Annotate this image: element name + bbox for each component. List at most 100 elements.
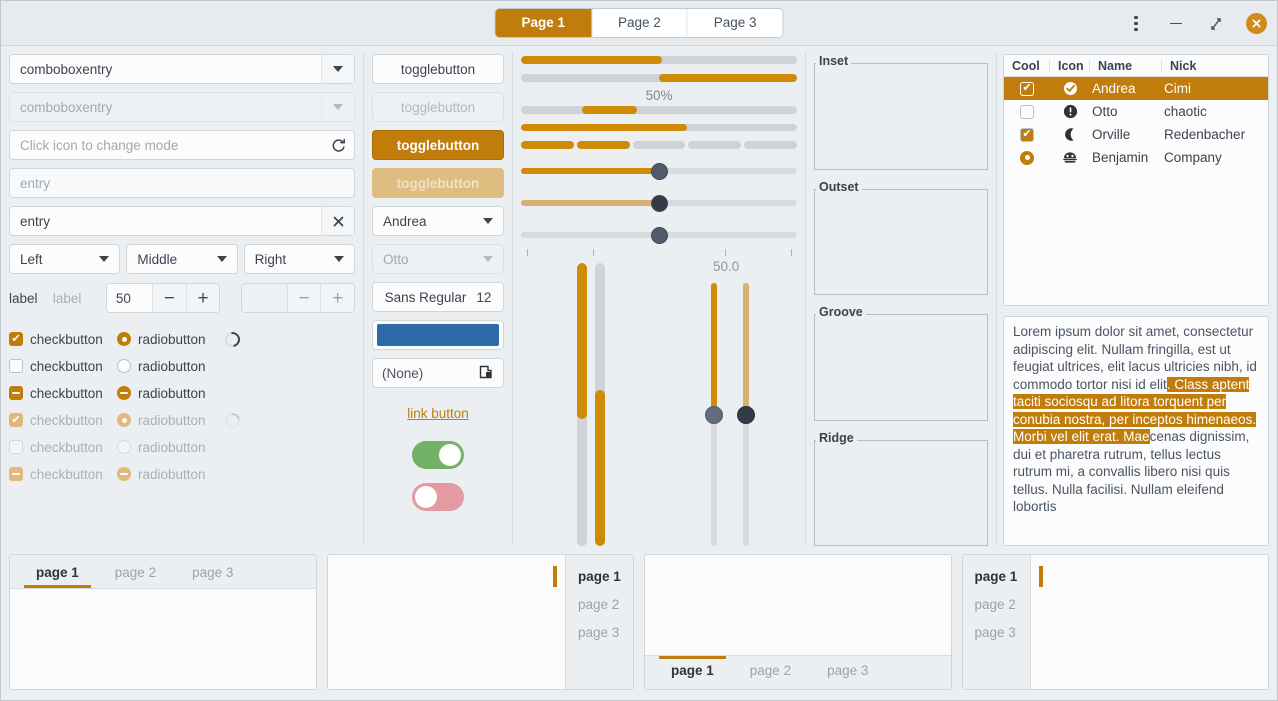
togglebutton-1[interactable]: togglebutton bbox=[372, 54, 504, 84]
entry-filled[interactable]: entry bbox=[9, 206, 355, 236]
comboboxentry-2: comboboxentry bbox=[9, 92, 355, 122]
notebook-right-tab-1[interactable]: page 1 bbox=[553, 566, 633, 587]
tab-page-2[interactable]: Page 2 bbox=[591, 9, 688, 37]
entries-and-toggles-column: comboboxentry comboboxentry Click icon t… bbox=[1, 46, 363, 550]
frame-inset-label: Inset bbox=[816, 54, 852, 68]
notebook-right-tab-2[interactable]: page 2 bbox=[566, 595, 633, 614]
chevron-down-icon bbox=[321, 93, 354, 121]
clear-icon[interactable] bbox=[321, 207, 354, 235]
row-checkbox[interactable] bbox=[1004, 104, 1050, 119]
radiobutton-4-label: radiobutton bbox=[138, 412, 206, 428]
tab-page-3[interactable]: Page 3 bbox=[687, 9, 783, 37]
checkbutton-2[interactable]: checkbutton bbox=[9, 359, 117, 374]
switch-knob bbox=[415, 486, 437, 508]
combo-andrea-value: Andrea bbox=[383, 213, 427, 229]
scale-handle[interactable] bbox=[651, 163, 668, 180]
text-view[interactable]: Lorem ipsum dolor sit amet, consectetur … bbox=[1003, 316, 1269, 546]
refresh-icon[interactable] bbox=[322, 137, 354, 154]
notebook-left-tab-3[interactable]: page 3 bbox=[963, 623, 1030, 642]
tab-page-1[interactable]: Page 1 bbox=[495, 9, 592, 37]
font-family-label: Sans Regular bbox=[384, 289, 467, 305]
table-row[interactable]: Otto chaotic bbox=[1004, 100, 1268, 123]
entry-empty-placeholder: entry bbox=[20, 175, 51, 191]
radio-icon bbox=[117, 413, 131, 427]
row-nick: Cimi bbox=[1164, 81, 1191, 96]
combo-andrea[interactable]: Andrea bbox=[372, 206, 504, 236]
moon-icon bbox=[1050, 127, 1090, 142]
radiobutton-1[interactable]: radiobutton bbox=[117, 332, 225, 347]
column-header-nick[interactable]: Nick bbox=[1162, 59, 1268, 73]
entry-empty[interactable]: entry bbox=[9, 168, 355, 198]
file-chooser-button[interactable]: (None) bbox=[372, 358, 504, 388]
togglebutton-3[interactable]: togglebutton bbox=[372, 130, 504, 160]
row-checkbox[interactable]: ✔ bbox=[1004, 81, 1050, 96]
font-button[interactable]: Sans Regular 12 bbox=[372, 282, 504, 312]
combo-otto-value: Otto bbox=[383, 251, 409, 267]
window-controls bbox=[1125, 1, 1267, 46]
row-radio[interactable] bbox=[1004, 150, 1050, 165]
notebook-bottom-tab-1[interactable]: page 1 bbox=[659, 656, 726, 686]
check-radio-grid: ✔ checkbutton radiobutton checkbutton rad… bbox=[9, 328, 355, 483]
combo-left[interactable]: Left bbox=[9, 244, 121, 274]
spinbutton-2-value[interactable] bbox=[241, 284, 287, 312]
check-radio-row: checkbutton radiobutton bbox=[9, 384, 355, 402]
column-header-icon[interactable]: Icon bbox=[1050, 58, 1090, 73]
spinbutton-1-minus[interactable]: − bbox=[152, 284, 186, 312]
notebook-tabs-top-bar: page 1 page 2 page 3 bbox=[10, 555, 316, 589]
table-row[interactable]: ✔ Andrea Cimi bbox=[1004, 77, 1268, 100]
link-button[interactable]: link button bbox=[372, 406, 504, 421]
notebook-right-tab-3[interactable]: page 3 bbox=[566, 623, 633, 642]
main-content: comboboxentry comboboxentry Click icon t… bbox=[1, 46, 1277, 550]
notebook-left-tab-1[interactable]: page 1 bbox=[963, 566, 1043, 587]
radiobutton-2[interactable]: radiobutton bbox=[117, 359, 225, 374]
spinbutton-2[interactable]: − + bbox=[240, 283, 355, 313]
header-bar: Page 1 Page 2 Page 3 bbox=[1, 1, 1277, 46]
notebook-bottom-tab-3[interactable]: page 3 bbox=[815, 656, 880, 686]
check-circle-icon bbox=[1050, 81, 1090, 96]
notebook-top-tab-2[interactable]: page 2 bbox=[103, 558, 168, 588]
chevron-down-icon[interactable] bbox=[321, 55, 354, 83]
close-icon[interactable] bbox=[1245, 13, 1267, 35]
mode-entry[interactable]: Click icon to change mode bbox=[9, 130, 355, 160]
three-dots-icon[interactable] bbox=[1125, 13, 1147, 35]
column-header-name[interactable]: Name bbox=[1090, 58, 1162, 73]
row-checkbox[interactable]: ✔ bbox=[1004, 127, 1050, 142]
vscale-normal[interactable] bbox=[701, 283, 729, 546]
combo-middle[interactable]: Middle bbox=[126, 244, 238, 274]
scale-handle[interactable] bbox=[651, 227, 668, 244]
column-header-cool[interactable]: Cool bbox=[1004, 58, 1050, 73]
notebook-left-tab-2[interactable]: page 2 bbox=[963, 595, 1030, 614]
comboboxentry-1[interactable]: comboboxentry bbox=[9, 54, 355, 84]
notebook-tabs-right-bar: page 1 page 2 page 3 bbox=[553, 555, 633, 689]
checkbutton-4: ✔ checkbutton bbox=[9, 413, 117, 428]
table-row[interactable]: ✔ Orville Redenbacher bbox=[1004, 123, 1268, 146]
vscale-handle[interactable] bbox=[705, 405, 723, 424]
combo-right[interactable]: Right bbox=[243, 244, 355, 274]
color-button[interactable] bbox=[372, 320, 504, 350]
notebook-right-page bbox=[327, 555, 565, 689]
scale-horizontal-marks[interactable] bbox=[521, 224, 797, 246]
radiobutton-3[interactable]: radiobutton bbox=[117, 386, 225, 401]
restore-icon[interactable] bbox=[1205, 13, 1227, 35]
notebook-bottom-tab-2[interactable]: page 2 bbox=[738, 656, 803, 686]
table-row[interactable]: Benjamin Company bbox=[1004, 146, 1268, 169]
switch-off[interactable] bbox=[412, 483, 464, 511]
spinbutton-1-plus[interactable]: + bbox=[185, 284, 220, 312]
spinbutton-1-value[interactable]: 50 bbox=[106, 284, 153, 312]
spinbutton-2-minus[interactable]: − bbox=[286, 284, 321, 312]
notebook-top-tab-1[interactable]: page 1 bbox=[24, 558, 91, 588]
minimize-icon[interactable] bbox=[1165, 13, 1187, 35]
tree-view[interactable]: Cool Icon Name Nick ✔ Andrea Cimi Otto c… bbox=[1003, 54, 1269, 306]
switch-on[interactable] bbox=[412, 441, 464, 469]
spinbutton-2-plus[interactable]: + bbox=[320, 284, 354, 312]
check-radio-row: ✔ checkbutton radiobutton bbox=[9, 409, 355, 431]
checkbutton-1[interactable]: ✔ checkbutton bbox=[9, 332, 117, 347]
notebook-bottom-page bbox=[645, 555, 951, 655]
radio-icon bbox=[117, 332, 131, 346]
page-tab-switcher[interactable]: Page 1 Page 2 Page 3 bbox=[494, 8, 784, 38]
vprogress-bottom bbox=[595, 263, 605, 546]
notebook-top-tab-3[interactable]: page 3 bbox=[180, 558, 245, 588]
checkbutton-3[interactable]: checkbutton bbox=[9, 386, 117, 401]
scale-horizontal-1[interactable] bbox=[521, 160, 797, 182]
spinbutton-1[interactable]: 50 − + bbox=[105, 283, 221, 313]
